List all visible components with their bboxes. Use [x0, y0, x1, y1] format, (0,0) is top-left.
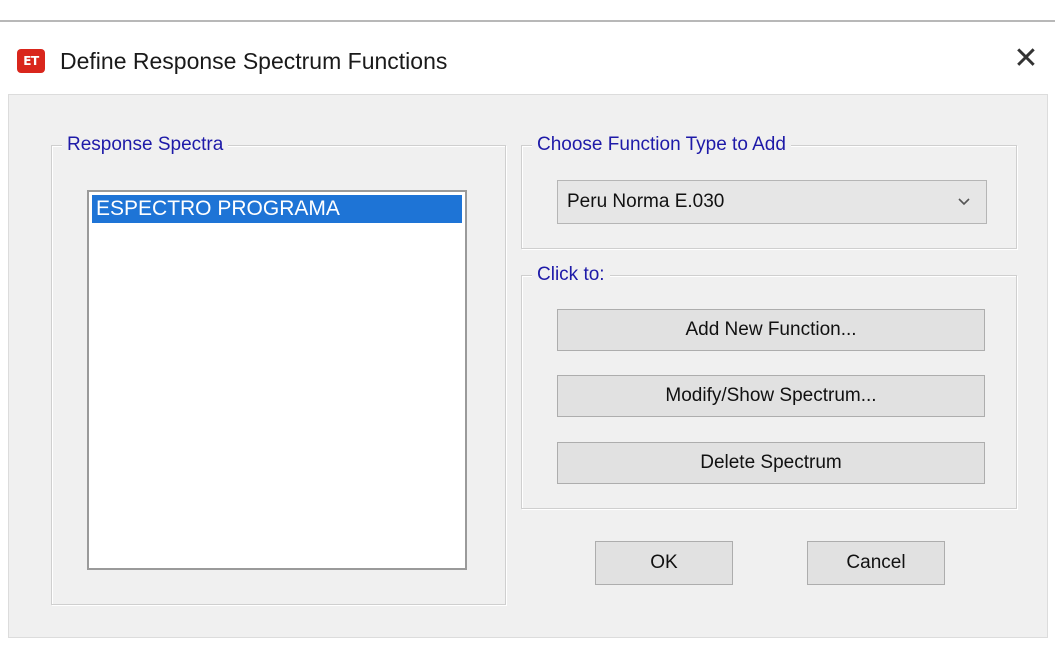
title-bar[interactable]: ET Define Response Spectrum Functions ✕: [0, 22, 1055, 94]
delete-spectrum-label: Delete Spectrum: [700, 452, 842, 473]
function-type-selected-value: Peru Norma E.030: [567, 191, 725, 212]
ok-button[interactable]: OK: [595, 541, 733, 585]
function-type-group: Choose Function Type to Add Peru Norma E…: [521, 133, 1017, 249]
add-new-function-button[interactable]: Add New Function...: [557, 309, 985, 351]
function-type-dropdown[interactable]: Peru Norma E.030: [557, 180, 987, 224]
etabs-app-icon: ET: [17, 49, 45, 73]
modify-show-spectrum-button[interactable]: Modify/Show Spectrum...: [557, 375, 985, 417]
response-spectra-group: Response Spectra ESPECTRO PROGRAMA: [51, 133, 506, 605]
delete-spectrum-button[interactable]: Delete Spectrum: [557, 442, 985, 484]
chevron-down-icon: [958, 198, 970, 206]
dialog-client-area: Response Spectra ESPECTRO PROGRAMA Choos…: [8, 94, 1048, 638]
modify-show-spectrum-label: Modify/Show Spectrum...: [665, 385, 877, 406]
dialog-window: ET Define Response Spectrum Functions ✕ …: [0, 0, 1055, 646]
cancel-button[interactable]: Cancel: [807, 541, 945, 585]
background-window-strip: [0, 0, 1055, 22]
cancel-label: Cancel: [846, 552, 906, 573]
window-title: Define Response Spectrum Functions: [60, 48, 448, 74]
actions-label: Click to:: [532, 263, 610, 287]
response-spectra-label: Response Spectra: [62, 133, 229, 157]
add-new-function-label: Add New Function...: [685, 319, 857, 340]
response-spectra-listbox[interactable]: ESPECTRO PROGRAMA: [87, 190, 467, 570]
actions-group: Click to: Add New Function... Modify/Sho…: [521, 263, 1017, 509]
close-icon[interactable]: ✕: [1011, 44, 1041, 74]
function-type-label: Choose Function Type to Add: [532, 133, 791, 157]
ok-label: OK: [650, 552, 678, 573]
list-item[interactable]: ESPECTRO PROGRAMA: [92, 195, 462, 223]
